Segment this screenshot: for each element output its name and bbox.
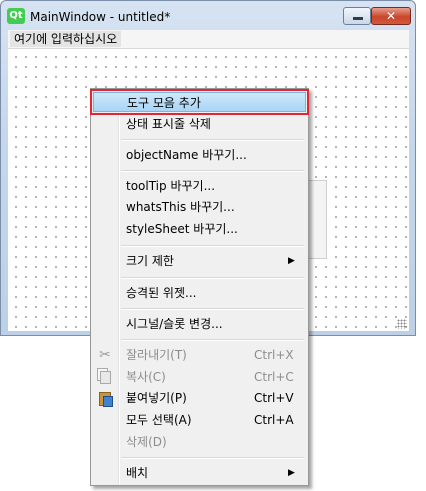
resize-grip-icon[interactable] (397, 319, 407, 329)
menu-item-layout[interactable]: 배치 ▶ (93, 463, 306, 483)
menu-item-shortcut: Ctrl+X (254, 348, 294, 362)
menu-bar-type-here[interactable]: 여기에 입력하십시오 (10, 31, 122, 47)
close-icon: ✕ (385, 9, 397, 23)
menu-item-remove-statusbar[interactable]: 상태 표시줄 삭제 (93, 114, 306, 134)
menu-item-label: whatsThis 바꾸기... (126, 200, 235, 214)
menu-separator (121, 139, 304, 141)
menu-separator (121, 170, 304, 172)
menu-item-change-tooltip[interactable]: toolTip 바꾸기... (93, 176, 306, 196)
menu-item-label: styleSheet 바꾸기... (126, 222, 238, 236)
menu-item-label: objectName 바꾸기... (126, 148, 247, 162)
menu-item-label: 도구 모음 추가 (127, 96, 201, 110)
paste-icon (97, 390, 113, 407)
form-widget[interactable] (308, 180, 327, 259)
menu-item-shortcut: Ctrl+C (254, 370, 294, 384)
menu-item-cut[interactable]: ✂ 잘라내기(T) Ctrl+X (93, 345, 306, 365)
menu-item-shortcut: Ctrl+V (254, 391, 294, 405)
menu-item-label: 모두 선택(A) (126, 413, 192, 427)
menu-item-delete[interactable]: 삭제(D) (93, 432, 306, 452)
menu-item-change-signals-slots[interactable]: 시그널/슬롯 변경... (93, 314, 306, 334)
menu-item-copy[interactable]: 복사(C) Ctrl+C (93, 367, 306, 387)
menu-item-label: toolTip 바꾸기... (126, 179, 216, 193)
menu-bar: 여기에 입력하십시오 (8, 30, 409, 49)
menu-separator (121, 457, 304, 459)
qt-logo-icon: Qt (7, 8, 25, 24)
menu-separator (121, 277, 304, 279)
menu-item-label: 배치 (126, 466, 149, 480)
menu-item-change-objectname[interactable]: objectName 바꾸기... (93, 145, 306, 165)
menu-item-label: 승격된 위젯... (126, 286, 197, 300)
menu-item-add-toolbar[interactable]: 도구 모음 추가 (90, 89, 309, 115)
menu-item-shortcut: Ctrl+A (254, 413, 294, 427)
menu-item-paste[interactable]: 붙여넣기(P) Ctrl+V (93, 388, 306, 408)
title-bar[interactable]: Qt MainWindow - untitled* ✕ (1, 1, 415, 29)
menu-item-label: 시그널/슬롯 변경... (126, 317, 223, 331)
window-title: MainWindow - untitled* (30, 10, 171, 24)
menu-item-size-constraints[interactable]: 크기 제한 ▶ (93, 251, 306, 271)
menu-item-label: 복사(C) (126, 370, 166, 384)
menu-item-promoted-widgets[interactable]: 승격된 위젯... (93, 283, 306, 303)
menu-item-label: 크기 제한 (126, 254, 174, 268)
menu-separator (121, 245, 304, 247)
menu-item-change-stylesheet[interactable]: styleSheet 바꾸기... (93, 219, 306, 239)
submenu-arrow-icon: ▶ (288, 256, 295, 266)
context-menu: 도구 모음 추가 상태 표시줄 삭제 objectName 바꾸기... too… (90, 88, 309, 486)
submenu-arrow-icon: ▶ (288, 468, 295, 478)
close-button[interactable]: ✕ (371, 7, 411, 25)
minimize-icon (344, 8, 370, 24)
menu-item-change-whatsthis[interactable]: whatsThis 바꾸기... (93, 197, 306, 217)
menu-item-label: 잘라내기(T) (126, 348, 187, 362)
menu-separator (121, 339, 304, 341)
copy-icon (100, 371, 111, 384)
menu-item-label: 삭제(D) (126, 435, 167, 449)
menu-item-label: 상태 표시줄 삭제 (126, 117, 211, 131)
menu-item-select-all[interactable]: 모두 선택(A) Ctrl+A (93, 410, 306, 430)
cut-icon: ✂ (99, 347, 111, 363)
minimize-button[interactable] (343, 7, 371, 25)
menu-item-label: 붙여넣기(P) (126, 391, 187, 405)
menu-separator (121, 308, 304, 310)
